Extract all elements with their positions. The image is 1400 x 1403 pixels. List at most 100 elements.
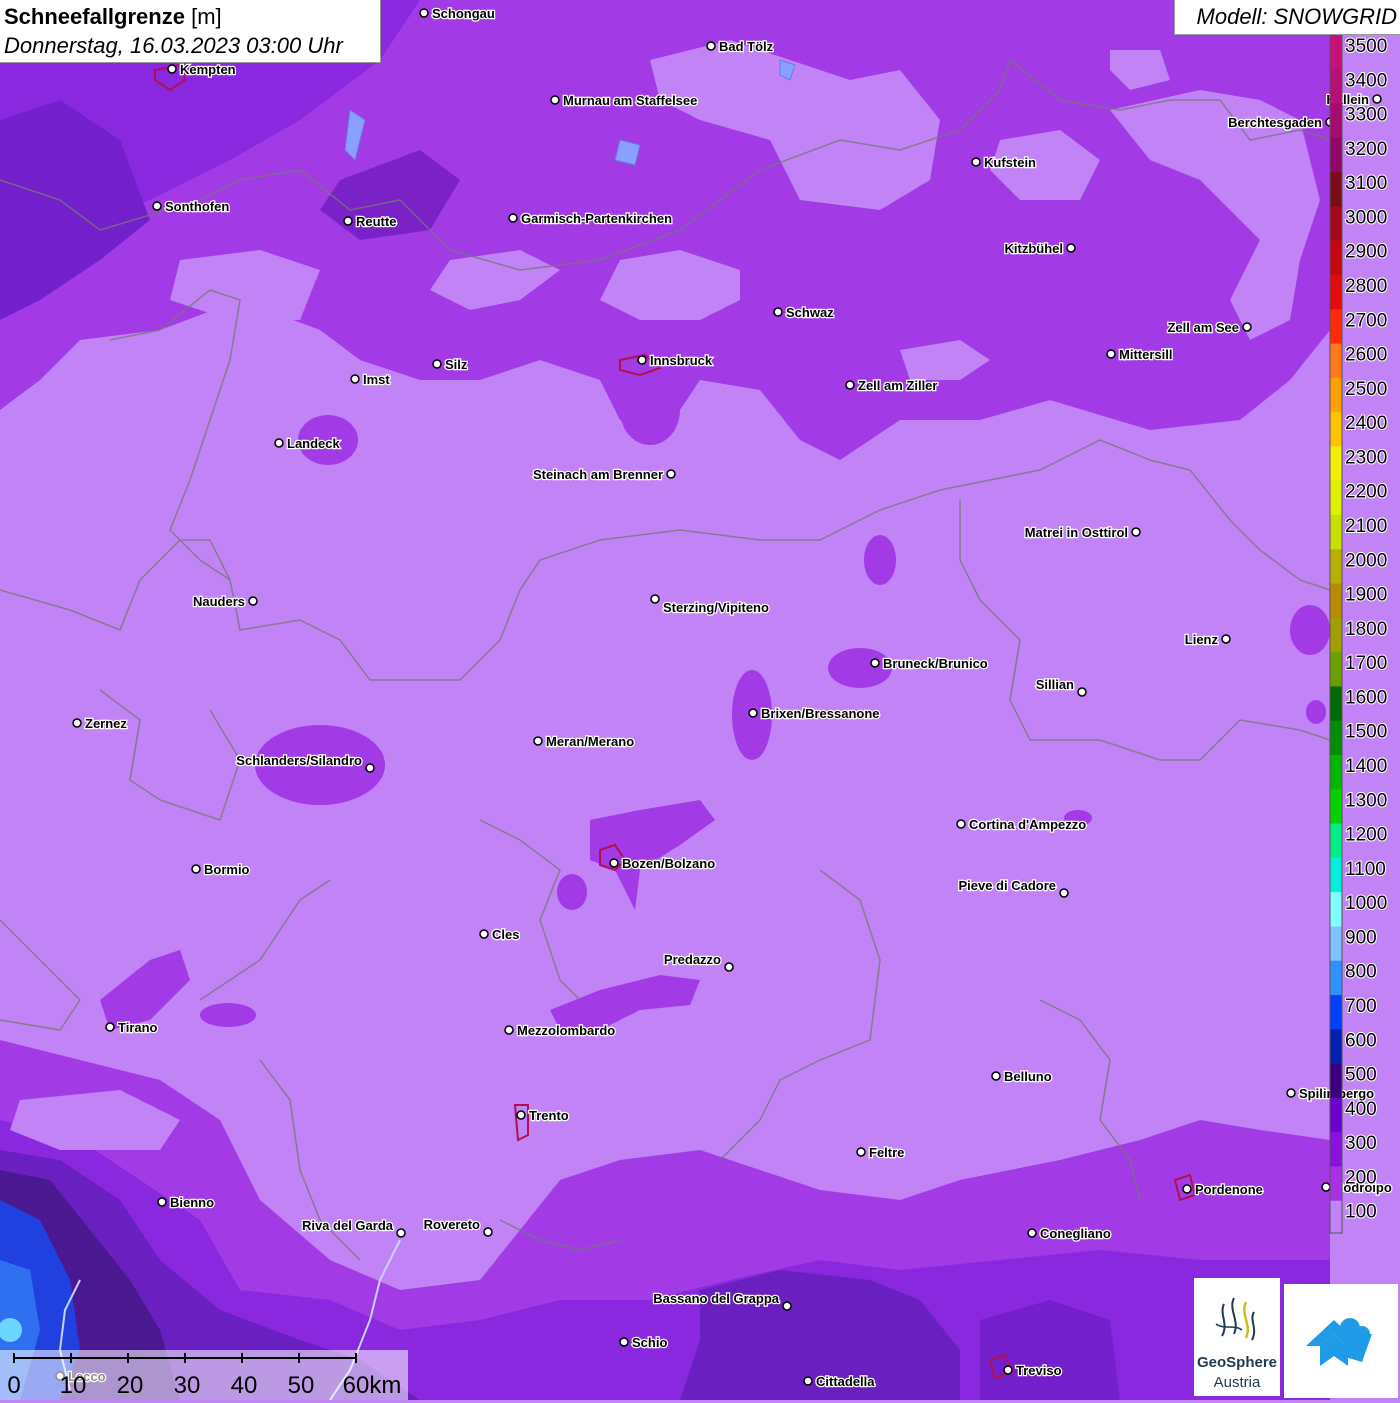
legend-swatch xyxy=(1330,206,1342,242)
city-label: Schio xyxy=(632,1335,667,1350)
map-title: Schneefallgrenze [m] xyxy=(4,4,222,29)
legend-swatch xyxy=(1330,583,1342,619)
city-dot xyxy=(956,819,966,829)
city-dot xyxy=(1027,1228,1037,1238)
legend-label: 3300 xyxy=(1345,105,1387,126)
legend-swatch xyxy=(1330,892,1342,927)
snowfall-line-map[interactable]: Schongau Kempten Bad Tölz Murnau am Staffel… xyxy=(0,0,1400,1400)
city-marker: Zell am Ziller xyxy=(845,377,939,394)
city-dot xyxy=(516,1110,526,1120)
legend-swatch xyxy=(1330,412,1342,447)
city-label: Kempten xyxy=(180,62,236,77)
city-dot xyxy=(1106,349,1116,359)
city-dot xyxy=(1059,888,1069,898)
city-dot xyxy=(650,594,660,604)
city-label: Steinach am Brenner xyxy=(533,467,663,482)
legend-label: 1900 xyxy=(1345,585,1387,606)
legend-swatch xyxy=(1330,960,1342,996)
city-label: Brixen/Bressanone xyxy=(761,706,880,721)
city-dot xyxy=(508,213,518,223)
city-label: Murnau am Staffelsee xyxy=(563,93,697,108)
city-dot xyxy=(550,95,560,105)
city-marker: Berchtesgaden xyxy=(1227,114,1335,131)
city-dot xyxy=(991,1071,1001,1081)
model-box: Modell: SNOWGRID xyxy=(1174,0,1400,35)
scale-label: 50 xyxy=(288,1372,315,1399)
legend-swatch xyxy=(1330,69,1342,105)
city-label: Belluno xyxy=(1004,1069,1052,1084)
legend-label: 600 xyxy=(1345,1030,1377,1051)
city-marker: Bozen/Bolzano xyxy=(609,855,716,872)
legend-swatch xyxy=(1330,720,1342,756)
city-label: Silz xyxy=(445,357,468,372)
city-label: Sonthofen xyxy=(165,199,229,214)
city-label: Lienz xyxy=(1185,632,1219,647)
city-label: Bassano del Grappa xyxy=(653,1291,779,1306)
city-dot xyxy=(191,864,201,874)
legend-label: 2000 xyxy=(1345,550,1387,571)
city-label: Cittadella xyxy=(816,1374,875,1389)
city-label: Riva del Garda xyxy=(302,1218,394,1233)
city-label: Sillian xyxy=(1036,677,1074,692)
city-dot xyxy=(432,359,442,369)
map-title-box: Schneefallgrenze [m] Donnerstag, 16.03.2… xyxy=(0,0,381,63)
scale-label: 20 xyxy=(117,1372,144,1399)
legend-swatch xyxy=(1330,823,1342,859)
city-dot xyxy=(1242,322,1252,332)
map-datetime: Donnerstag, 16.03.2023 03:00 Uhr xyxy=(4,33,343,58)
scale-label: 30 xyxy=(174,1372,201,1399)
legend-swatch xyxy=(1330,1200,1342,1235)
city-dot xyxy=(666,469,676,479)
city-marker: Innsbruck xyxy=(637,352,714,369)
city-label: Treviso xyxy=(1016,1363,1062,1378)
city-label: Pordenone xyxy=(1195,1182,1263,1197)
city-marker: Mezzolombardo xyxy=(504,1022,617,1039)
city-label: Schwaz xyxy=(786,305,834,320)
legend-label: 1600 xyxy=(1345,687,1387,708)
legend-label: 1700 xyxy=(1345,653,1387,674)
geosphere-logo: GeoSphere Austria xyxy=(1194,1278,1280,1396)
legend-swatch xyxy=(1330,1097,1342,1133)
legend-label: 1300 xyxy=(1345,790,1387,811)
city-dot xyxy=(1131,527,1141,537)
city-label: Matrei in Osttirol xyxy=(1025,525,1128,540)
scale-label: 0 xyxy=(7,1372,20,1399)
geosphere-name: GeoSphere xyxy=(1196,1354,1278,1371)
legend-label: 2800 xyxy=(1345,276,1387,297)
city-marker: Sonthofen xyxy=(152,198,231,215)
legend-swatch xyxy=(1330,755,1342,790)
city-label: Bienno xyxy=(170,1195,214,1210)
legend-label: 2400 xyxy=(1345,413,1387,434)
legend-label: 400 xyxy=(1345,1099,1377,1120)
city-label: Predazzo xyxy=(664,952,721,967)
city-label: Kitzbühel xyxy=(1005,241,1064,256)
city-marker: Garmisch-Partenkirchen xyxy=(508,210,673,227)
legend-swatch xyxy=(1330,1132,1342,1167)
city-dot xyxy=(157,1197,167,1207)
legend-label: 3400 xyxy=(1345,70,1387,91)
legend-swatch xyxy=(1330,343,1342,379)
city-dot xyxy=(343,216,353,226)
city-dot xyxy=(365,763,375,773)
legend-label: 800 xyxy=(1345,962,1377,983)
scale-label: 10 xyxy=(60,1372,87,1399)
city-dot xyxy=(1077,687,1087,697)
snowgrid-cloud-arrow-icon xyxy=(1306,1318,1372,1366)
city-label: Cles xyxy=(492,927,519,942)
city-dot xyxy=(845,380,855,390)
city-marker: Steinach am Brenner xyxy=(532,466,676,483)
legend-label: 2300 xyxy=(1345,447,1387,468)
city-label: Zernez xyxy=(85,716,127,731)
city-dot xyxy=(856,1147,866,1157)
city-label: Mittersill xyxy=(1119,347,1172,362)
legend-label: 2700 xyxy=(1345,310,1387,331)
legend-label: 2100 xyxy=(1345,516,1387,537)
scale-label: 60km xyxy=(343,1372,402,1399)
city-marker: Conegliano xyxy=(1027,1225,1112,1242)
legend-label: 2900 xyxy=(1345,242,1387,263)
legend-label: 3500 xyxy=(1345,36,1387,57)
city-label: Reutte xyxy=(356,214,396,229)
legend-swatch xyxy=(1330,35,1342,70)
city-dot xyxy=(1066,243,1076,253)
legend-swatch xyxy=(1330,1063,1342,1099)
